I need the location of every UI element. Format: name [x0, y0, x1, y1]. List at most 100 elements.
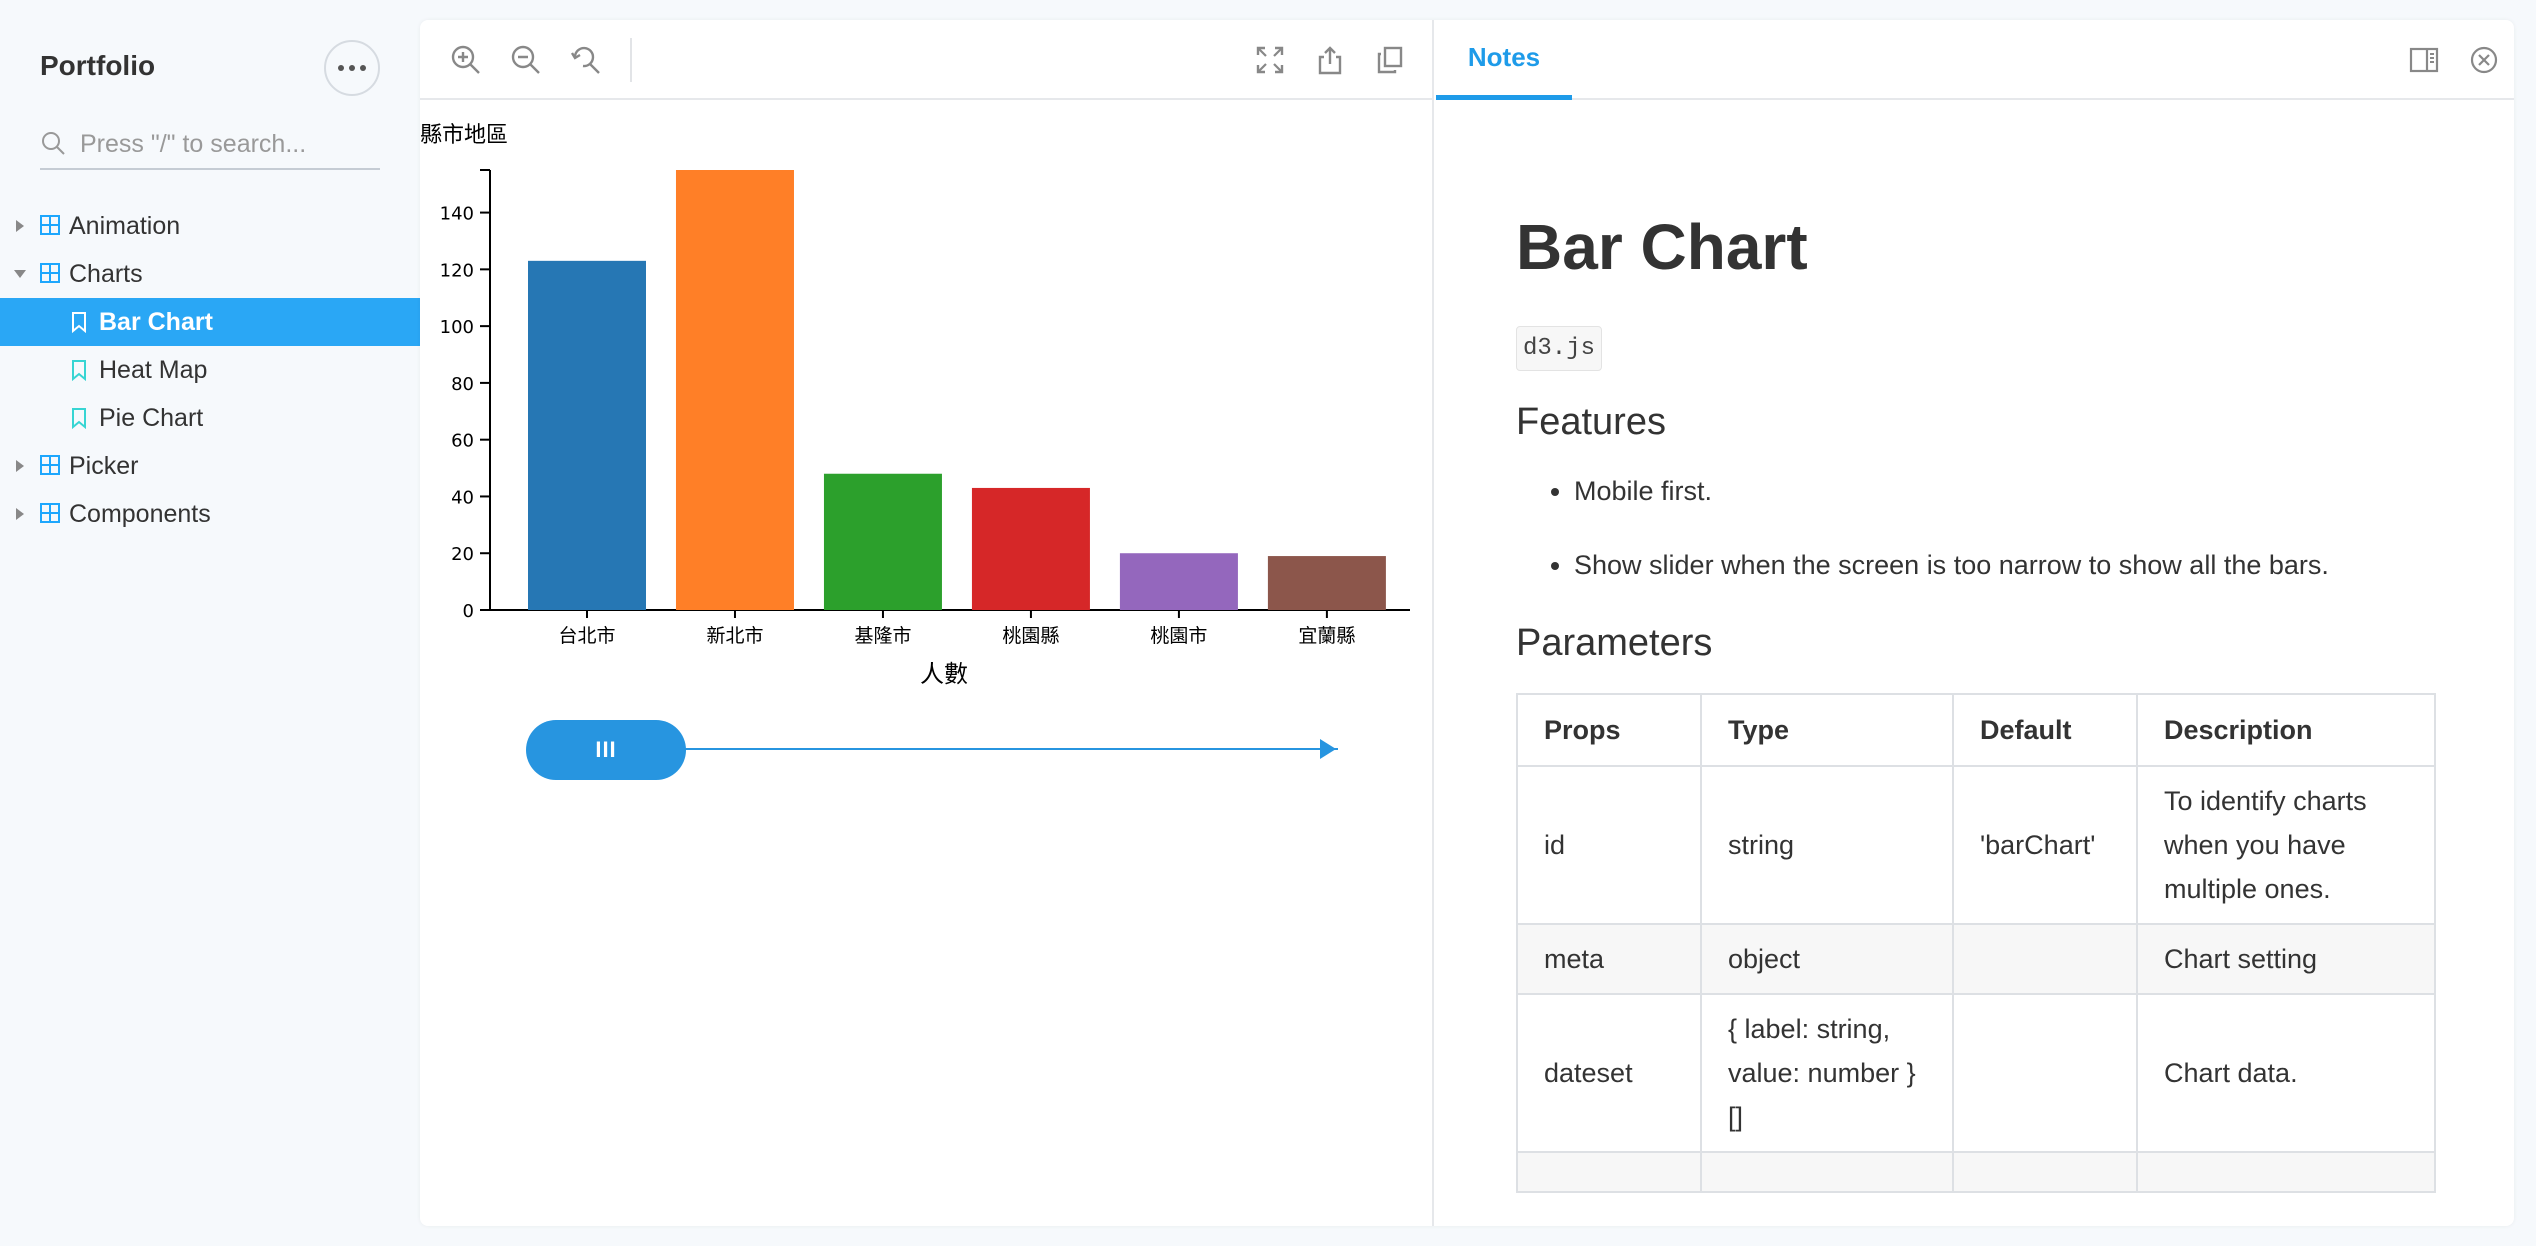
table-cell: id — [1516, 765, 1702, 925]
tree-story-heat-map[interactable]: Heat Map — [0, 346, 420, 394]
feature-item: Mobile first. — [1574, 474, 2436, 508]
chart-title: 縣市地區 — [420, 123, 508, 148]
addon-tabs: Notes — [1436, 20, 2514, 100]
copy-icon — [1377, 46, 1403, 74]
toggle-panel-orientation-icon[interactable] — [2408, 44, 2440, 76]
y-tick-label: 40 — [451, 487, 474, 508]
bar — [971, 487, 1090, 610]
tree-label: Components — [69, 499, 211, 528]
table-cell: To identify charts when you have multipl… — [2136, 765, 2436, 925]
x-tick-label: 桃園縣 — [1002, 625, 1059, 647]
bar — [1119, 553, 1238, 610]
tree-story-bar-chart[interactable]: Bar Chart — [0, 298, 420, 346]
y-tick-label: 140 — [440, 204, 474, 225]
y-tick-label: 20 — [451, 544, 474, 565]
bar-chart: 縣市地區 0 20 40 60 80 100 120 140 台北市 新北市 基隆市 桃園縣 桃園市 宜蘭縣… — [420, 102, 1434, 707]
parameters-table: Props Type Default Description id string… — [1516, 693, 2436, 1193]
zoom-in-button[interactable] — [446, 40, 486, 80]
y-tick-label: 0 — [463, 601, 474, 622]
x-tick-label: 桃園市 — [1150, 625, 1207, 647]
preview-pane: 縣市地區 0 20 40 60 80 100 120 140 台北市 新北市 基隆市 桃園縣 桃園市 宜蘭縣… — [420, 20, 1434, 1226]
search-box — [40, 124, 380, 170]
slider-handle[interactable]: III — [526, 720, 686, 780]
component-icon — [40, 455, 60, 475]
more-options-button[interactable] — [324, 40, 380, 96]
close-panel-icon[interactable] — [2468, 44, 2500, 76]
y-tick-label: 60 — [451, 431, 474, 452]
share-icon — [1318, 46, 1342, 75]
bar — [1267, 556, 1386, 610]
table-cell: { label: string, value: number }[] — [1700, 993, 1954, 1153]
table-cell: Chart data. — [2136, 993, 2436, 1153]
feature-item: Show slider when the screen is too narro… — [1574, 548, 2436, 582]
table-row — [1516, 1151, 2436, 1193]
x-tick-label: 宜蘭縣 — [1298, 625, 1355, 647]
table-cell — [1952, 993, 2138, 1153]
zoom-in-icon — [451, 45, 480, 74]
sidebar: Portfolio Animation Charts — [0, 0, 420, 1246]
table-row: id string 'barChart' To identify charts … — [1516, 765, 2436, 925]
parameters-heading: Parameters — [1516, 622, 1713, 664]
features-list: Mobile first. Show slider when the scree… — [1516, 474, 2436, 582]
x-tick-label: 新北市 — [706, 625, 763, 647]
caret-right-icon — [16, 220, 24, 232]
component-icon — [40, 503, 60, 523]
table-cell: 'barChart' — [1952, 765, 2138, 925]
tree-folder-components[interactable]: Components — [0, 490, 420, 538]
features-heading: Features — [1516, 401, 1666, 443]
fullscreen-button[interactable] — [1250, 40, 1290, 80]
ellipsis-icon — [338, 65, 344, 71]
y-tick-label: 80 — [451, 374, 474, 395]
copy-link-button[interactable] — [1370, 40, 1410, 80]
zoom-out-icon — [511, 45, 540, 74]
reset-zoom-button[interactable] — [566, 40, 606, 80]
brand-title[interactable]: Portfolio — [40, 50, 155, 82]
tree-label: Picker — [69, 451, 139, 480]
table-header: Type — [1700, 693, 1954, 767]
table-cell: object — [1700, 923, 1954, 995]
story-tree: Animation Charts Bar Chart Heat Map Pie … — [0, 202, 420, 538]
tree-label: Animation — [69, 211, 181, 240]
bar-chart-svg: 縣市地區 0 20 40 60 80 100 120 140 台北市 新北市 基隆市 桃園縣 桃園市 宜蘭縣… — [420, 123, 1410, 688]
share-button[interactable] — [1310, 40, 1350, 80]
main-panel: 縣市地區 0 20 40 60 80 100 120 140 台北市 新北市 基隆市 桃園縣 桃園市 宜蘭縣… — [420, 20, 2514, 1226]
table-cell: Chart setting — [2136, 923, 2436, 995]
bookmark-icon — [72, 408, 86, 429]
tree-label: Heat Map — [99, 355, 208, 384]
table-header: Description — [2136, 693, 2436, 767]
fullscreen-icon — [1256, 46, 1284, 74]
y-tick-label: 120 — [440, 260, 474, 281]
y-tick-label: 100 — [440, 317, 474, 338]
table-header: Default — [1952, 693, 2138, 767]
tab-notes[interactable]: Notes — [1436, 20, 1572, 100]
x-axis-label: 人數 — [920, 660, 968, 688]
caret-right-icon — [16, 460, 24, 472]
caret-right-icon — [16, 508, 24, 520]
table-row: meta object Chart setting — [1516, 923, 2436, 995]
bar — [675, 170, 794, 610]
slider-arrow-icon — [1320, 739, 1336, 759]
table-cell: dateset — [1516, 993, 1702, 1153]
toolbar-separator — [630, 38, 632, 82]
bookmark-icon — [72, 360, 86, 381]
tree-label: Bar Chart — [99, 307, 213, 336]
doc-title: Bar Chart — [1516, 211, 1808, 283]
preview-toolbar — [420, 20, 1434, 100]
zoom-out-button[interactable] — [506, 40, 546, 80]
notes-content: Bar Chart d3.js Features Mobile first. S… — [1516, 100, 2436, 1193]
tree-label: Charts — [69, 259, 143, 288]
library-code-tag: d3.js — [1516, 326, 1603, 371]
tree-label: Pie Chart — [99, 403, 204, 432]
component-icon — [40, 263, 60, 283]
tree-folder-picker[interactable]: Picker — [0, 442, 420, 490]
tree-story-pie-chart[interactable]: Pie Chart — [0, 394, 420, 442]
search-input[interactable] — [80, 124, 370, 164]
x-tick-label: 基隆市 — [854, 625, 911, 647]
tree-folder-animation[interactable]: Animation — [0, 202, 420, 250]
reset-zoom-icon — [570, 46, 600, 74]
search-icon — [42, 132, 65, 155]
tree-folder-charts[interactable]: Charts — [0, 250, 420, 298]
table-header-row: Props Type Default Description — [1516, 693, 2436, 767]
table-cell — [1952, 923, 2138, 995]
bookmark-icon — [72, 312, 86, 333]
